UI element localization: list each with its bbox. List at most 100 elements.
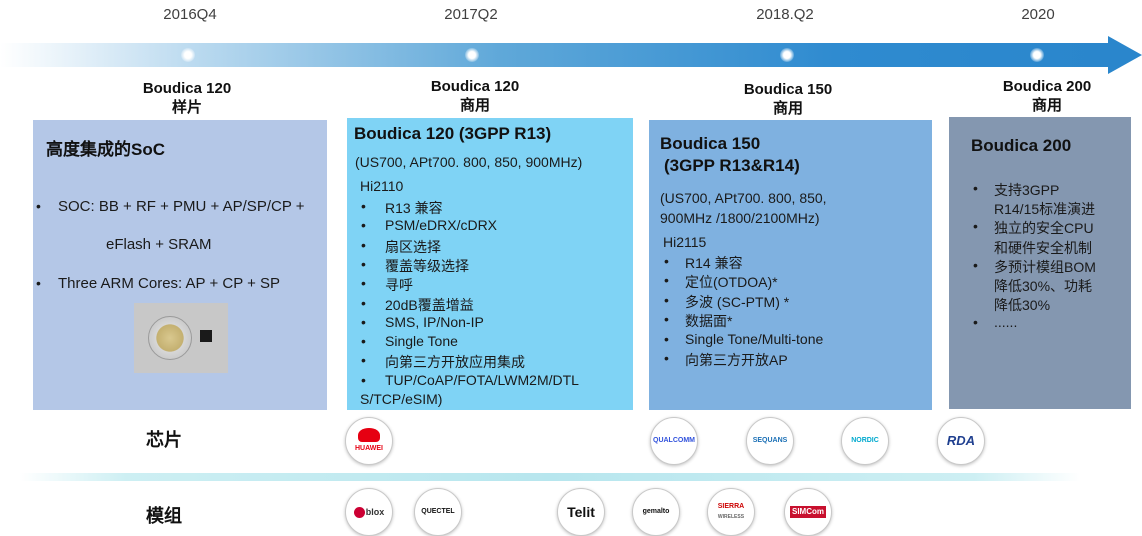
feature-item: 数据面* bbox=[685, 313, 733, 330]
sierra-wireless-logo: SIERRA WIRELESS bbox=[707, 488, 755, 536]
logo-text: SIMCom bbox=[790, 506, 826, 518]
bullet: • bbox=[664, 311, 669, 328]
feature-item: TUP/CoAP/FOTA/LWM2M/DTL bbox=[385, 371, 579, 388]
milestone-name: Boudica 150 bbox=[743, 81, 833, 98]
feature-item: 降低30%、功耗 bbox=[994, 278, 1093, 294]
nordic-logo: NORDIC bbox=[841, 417, 889, 465]
feature-item: 向第三方开放应用集成 bbox=[385, 354, 525, 371]
feature-item: R14 兼容 bbox=[685, 255, 743, 271]
bullet: • bbox=[361, 313, 366, 330]
feature-item: 定位(OTDOA)* bbox=[685, 274, 778, 291]
telit-logo: Telit bbox=[557, 488, 605, 536]
date-2016q4: 2016Q4 bbox=[163, 6, 217, 23]
soc-line: eFlash + SRAM bbox=[106, 236, 212, 253]
boudica120-box: Boudica 120 (3GPP R13) (US700, APt700. 8… bbox=[347, 118, 633, 410]
feature-item: R13 兼容 bbox=[385, 200, 443, 216]
logo-text: HUAWEI bbox=[355, 445, 383, 452]
qualcomm-logo-text: QUALCOMM bbox=[653, 436, 695, 446]
date-2020: 2020 bbox=[1021, 6, 1055, 23]
bullet: • bbox=[361, 352, 366, 369]
bullet: • bbox=[361, 333, 366, 350]
feature-item: SMS, IP/Non-IP bbox=[385, 313, 484, 330]
quectel-logo-text: QUECTEL bbox=[421, 507, 454, 517]
milestone-status: 商用 bbox=[772, 100, 803, 117]
bullet: • bbox=[973, 218, 978, 235]
bullet: • bbox=[973, 180, 978, 196]
bands-line: 900MHz /1800/2100MHz) bbox=[660, 210, 820, 226]
feature-item: ...... bbox=[994, 314, 1018, 331]
logo-text: blox bbox=[365, 507, 385, 517]
feature-item: PSM/eDRX/cDRX bbox=[385, 217, 498, 234]
huawei-logo-text: HUAWEI bbox=[355, 428, 383, 454]
milestone-name: Boudica 120 bbox=[430, 78, 520, 95]
bullet: • bbox=[664, 272, 669, 289]
feature-item: 支持3GPP bbox=[994, 182, 1060, 198]
bullet: • bbox=[664, 350, 669, 366]
chip-model: Hi2115 bbox=[663, 234, 707, 250]
bullet: • bbox=[664, 253, 669, 269]
date-2018q2: 2018.Q2 bbox=[756, 6, 814, 23]
chip-row-label: 芯片 bbox=[146, 430, 182, 450]
logo-text-row: blox bbox=[353, 506, 385, 518]
simcom-logo-text: SIMCom bbox=[790, 506, 826, 518]
feature-item: 寻呼 bbox=[385, 277, 413, 294]
chip-photo bbox=[134, 303, 228, 373]
chip-model: Hi2110 bbox=[360, 178, 404, 194]
coin-icon bbox=[148, 316, 192, 360]
petal-icon bbox=[358, 428, 380, 442]
bullet: • bbox=[361, 236, 366, 253]
rda-logo: RDA bbox=[937, 417, 985, 465]
boudica150-box: Boudica 150 (3GPP R13&R14) (US700, APt70… bbox=[649, 120, 932, 410]
sequans-logo-text: SEQUANS bbox=[753, 436, 788, 446]
feature-item: 和硬件安全机制 bbox=[994, 239, 1092, 256]
logo-text: SEQUANS bbox=[752, 437, 788, 444]
u-mark-icon bbox=[353, 506, 365, 518]
logo-text: gemalto bbox=[642, 508, 670, 515]
milestone-boudica120-sample: Boudica 120 样片 bbox=[107, 79, 267, 117]
milestone-status: 样片 bbox=[171, 99, 202, 116]
bullet: • bbox=[973, 256, 978, 273]
logo-text: NORDIC bbox=[851, 437, 879, 444]
bullet: • bbox=[361, 217, 366, 234]
module-row-label: 模组 bbox=[146, 506, 182, 526]
milestone-name: Boudica 200 bbox=[1002, 78, 1092, 95]
timeline-dot bbox=[465, 48, 479, 62]
bands-line: (US700, APt700. 800, 850, 900MHz) bbox=[355, 154, 583, 170]
logo-text: Telit bbox=[567, 504, 595, 520]
feature-item: 20dB覆盖增益 bbox=[385, 296, 474, 313]
feature-item: 覆盖等级选择 bbox=[385, 257, 469, 274]
logo-text: RDA bbox=[946, 433, 976, 448]
quectel-logo: QUECTEL bbox=[414, 488, 462, 536]
bullet: • bbox=[361, 198, 366, 214]
timeline-arrow-head bbox=[1108, 36, 1142, 74]
feature-item: 向第三方开放AP bbox=[685, 352, 788, 368]
bullet: • bbox=[361, 255, 366, 272]
timeline-dot bbox=[181, 48, 195, 62]
simcom-logo: SIMCom bbox=[784, 488, 832, 536]
milestone-status: 商用 bbox=[459, 97, 490, 114]
soc-box-title: 高度集成的SoC bbox=[46, 140, 165, 159]
timeline-dot bbox=[1030, 48, 1044, 62]
bullet: • bbox=[664, 330, 669, 347]
telit-logo-text: Telit bbox=[567, 504, 595, 520]
boudica200-box: Boudica 200 • 支持3GPP R14/15标准演进 • 独立的安全CPU 和硬… bbox=[949, 117, 1131, 409]
bullet: • bbox=[36, 198, 41, 214]
feature-item-cont: S/TCP/eSIM) bbox=[360, 391, 443, 407]
ublox-logo-text: blox bbox=[353, 506, 385, 518]
row-separator bbox=[20, 473, 1080, 481]
feature-item: 降低30% bbox=[994, 297, 1051, 314]
bullet: • bbox=[973, 314, 978, 331]
bullet: • bbox=[361, 275, 366, 292]
feature-item: 独立的安全CPU bbox=[994, 220, 1094, 237]
milestone-status: 商用 bbox=[1031, 97, 1062, 114]
timeline-dot bbox=[780, 48, 794, 62]
milestone-boudica150-commercial: Boudica 150 商用 bbox=[708, 80, 868, 118]
gemalto-logo: gemalto bbox=[632, 488, 680, 536]
boudica120-box-title: Boudica 120 (3GPP R13) bbox=[354, 124, 552, 143]
soc-box: 高度集成的SoC • SOC: BB + RF + PMU + AP/SP/CP… bbox=[33, 120, 327, 410]
feature-item: Single Tone bbox=[385, 333, 458, 350]
nordic-logo-text: NORDIC bbox=[851, 436, 879, 446]
feature-item: 多波 (SC-PTM) * bbox=[685, 293, 790, 310]
soc-line: Three ARM Cores: AP + CP + SP bbox=[58, 275, 281, 292]
logo-text: SIERRA bbox=[717, 503, 745, 510]
